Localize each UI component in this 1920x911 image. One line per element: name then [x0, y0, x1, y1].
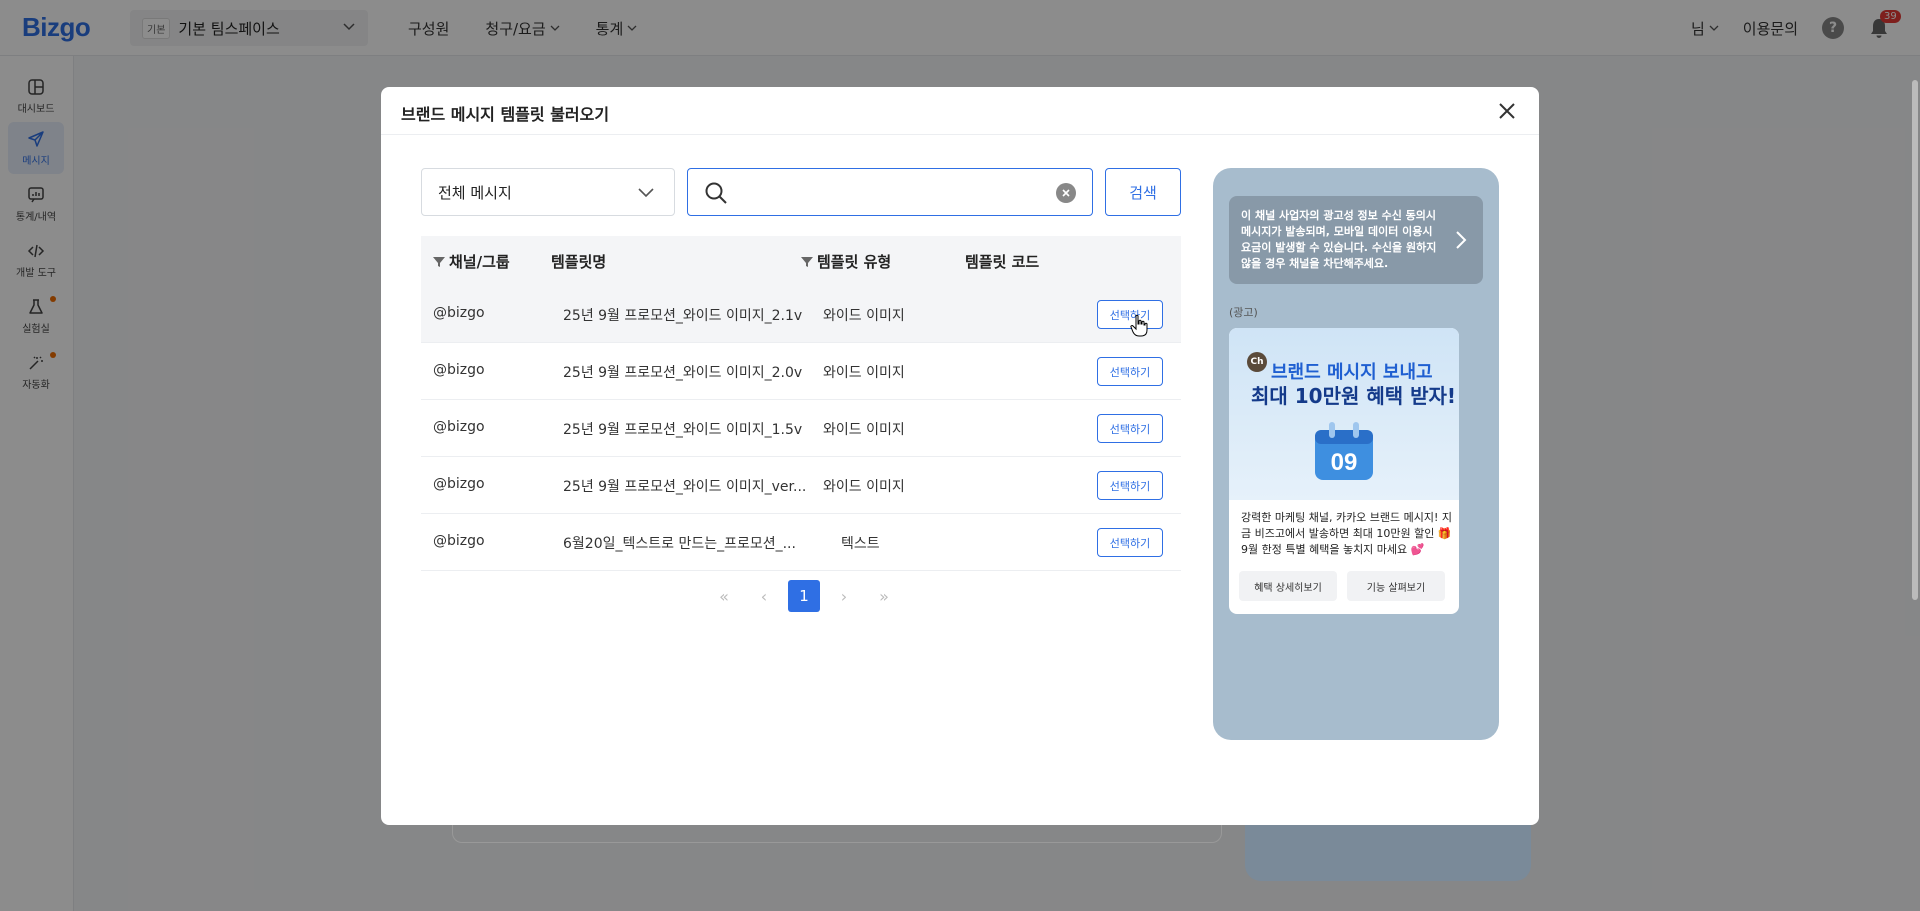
next-page-button[interactable]: ›: [828, 580, 860, 612]
col-label: 템플릿명: [551, 253, 607, 271]
search-input[interactable]: [738, 177, 1038, 207]
ad-notice[interactable]: 이 채널 사업자의 광고성 정보 수신 동의시 메시지가 발송되며, 모바일 데…: [1229, 196, 1483, 284]
first-page-button[interactable]: «: [708, 580, 740, 612]
calendar-number: 09: [1331, 449, 1358, 476]
cell-name: 25년 9월 프로모션_와이드 이미지_2.1v: [563, 308, 803, 324]
select-button[interactable]: 선택하기: [1097, 414, 1163, 443]
scroll-thumb[interactable]: [1912, 80, 1918, 600]
table-row[interactable]: @bizgo 25년 9월 프로모션_와이드 이미지_2.1v 와이드 이미지 …: [421, 286, 1181, 343]
calendar-icon: 09: [1315, 422, 1373, 480]
table-row[interactable]: @bizgo 25년 9월 프로모션_와이드 이미지_2.0v 와이드 이미지 …: [421, 343, 1181, 400]
cell-channel: @bizgo: [433, 305, 485, 321]
cell-type: 텍스트: [841, 536, 880, 552]
cell-name: 25년 9월 프로모션_와이드 이미지_2.0v: [563, 365, 803, 381]
col-name: 템플릿명: [551, 251, 606, 272]
cell-channel: @bizgo: [433, 476, 485, 492]
select-button[interactable]: 선택하기: [1097, 357, 1163, 386]
filter-icon: [801, 256, 813, 267]
cell-type: 와이드 이미지: [823, 422, 905, 438]
benefit-detail-button[interactable]: 혜택 상세히보기: [1239, 571, 1337, 601]
channel-icon: Ch: [1247, 352, 1267, 372]
page-1-button[interactable]: 1: [788, 580, 820, 612]
scrollbar[interactable]: [1910, 72, 1920, 602]
promo-headline-2: 최대 10만원 혜택 받자!: [1251, 384, 1457, 408]
table-row[interactable]: @bizgo 25년 9월 프로모션_와이드 이미지_ver... 와이드 이미…: [421, 457, 1181, 514]
cell-channel: @bizgo: [433, 419, 485, 435]
chevron-right-icon: [1456, 231, 1467, 249]
cell-type: 와이드 이미지: [823, 479, 905, 495]
x-icon: [1062, 189, 1070, 197]
select-button[interactable]: 선택하기: [1097, 471, 1163, 500]
message-preview: 이 채널 사업자의 광고성 정보 수신 동의시 메시지가 발송되며, 모바일 데…: [1213, 168, 1499, 740]
modal-header: 브랜드 메시지 템플릿 불러오기: [381, 87, 1539, 135]
search-button[interactable]: 검색: [1105, 168, 1181, 216]
col-channel[interactable]: 채널/그룹: [433, 251, 510, 272]
promo-image: Ch 브랜드 메시지 보내고 최대 10만원 혜택 받자! 09: [1229, 328, 1459, 500]
chevron-down-icon: [638, 188, 654, 198]
notice-text: 이 채널 사업자의 광고성 정보 수신 동의시 메시지가 발송되며, 모바일 데…: [1241, 209, 1437, 270]
prev-page-button[interactable]: ‹: [748, 580, 780, 612]
cell-type: 와이드 이미지: [823, 308, 905, 324]
template-modal: 브랜드 메시지 템플릿 불러오기 전체 메시지 검색 채널/그룹 템플릿명 템플…: [381, 87, 1539, 825]
col-label: 템플릿 유형: [817, 253, 892, 271]
col-type[interactable]: 템플릿 유형: [801, 251, 891, 272]
cell-name: 6월20일_텍스트로 만드는_프로모션_...: [563, 536, 796, 552]
filter-value: 전체 메시지: [438, 183, 512, 202]
table-row[interactable]: @bizgo 6월20일_텍스트로 만드는_프로모션_... 텍스트 선택하기: [421, 514, 1181, 571]
select-button[interactable]: 선택하기: [1097, 528, 1163, 557]
preview-card: Ch 브랜드 메시지 보내고 최대 10만원 혜택 받자! 09 강력한 마케팅…: [1229, 328, 1459, 614]
close-icon[interactable]: [1495, 99, 1519, 123]
last-page-button[interactable]: »: [868, 580, 900, 612]
pagination: « ‹ 1 › »: [708, 580, 900, 612]
ad-label: (광고): [1229, 306, 1258, 319]
table-header: 채널/그룹 템플릿명 템플릿 유형 템플릿 코드: [421, 236, 1181, 286]
feature-view-button[interactable]: 기능 살펴보기: [1347, 571, 1445, 601]
table-row[interactable]: @bizgo 25년 9월 프로모션_와이드 이미지_1.5v 와이드 이미지 …: [421, 400, 1181, 457]
card-body: 강력한 마케팅 채널, 카카오 브랜드 메시지! 지금 비즈고에서 발송하면 최…: [1241, 511, 1453, 556]
col-code: 템플릿 코드: [965, 251, 1039, 272]
col-label: 채널/그룹: [449, 253, 510, 271]
clear-icon[interactable]: [1056, 183, 1076, 203]
message-type-select[interactable]: 전체 메시지: [421, 168, 675, 216]
cell-channel: @bizgo: [433, 533, 485, 549]
cell-type: 와이드 이미지: [823, 365, 905, 381]
cell-name: 25년 9월 프로모션_와이드 이미지_1.5v: [563, 422, 803, 438]
search-box: [687, 168, 1093, 216]
filter-icon: [433, 256, 445, 267]
modal-title: 브랜드 메시지 템플릿 불러오기: [401, 105, 610, 124]
cell-channel: @bizgo: [433, 362, 485, 378]
col-label: 템플릿 코드: [965, 253, 1040, 271]
template-table: 채널/그룹 템플릿명 템플릿 유형 템플릿 코드 @bizgo 25년 9월 프…: [421, 236, 1181, 571]
cell-name: 25년 9월 프로모션_와이드 이미지_ver...: [563, 479, 807, 495]
hand-cursor-icon: [1130, 314, 1148, 337]
search-icon: [705, 182, 727, 204]
